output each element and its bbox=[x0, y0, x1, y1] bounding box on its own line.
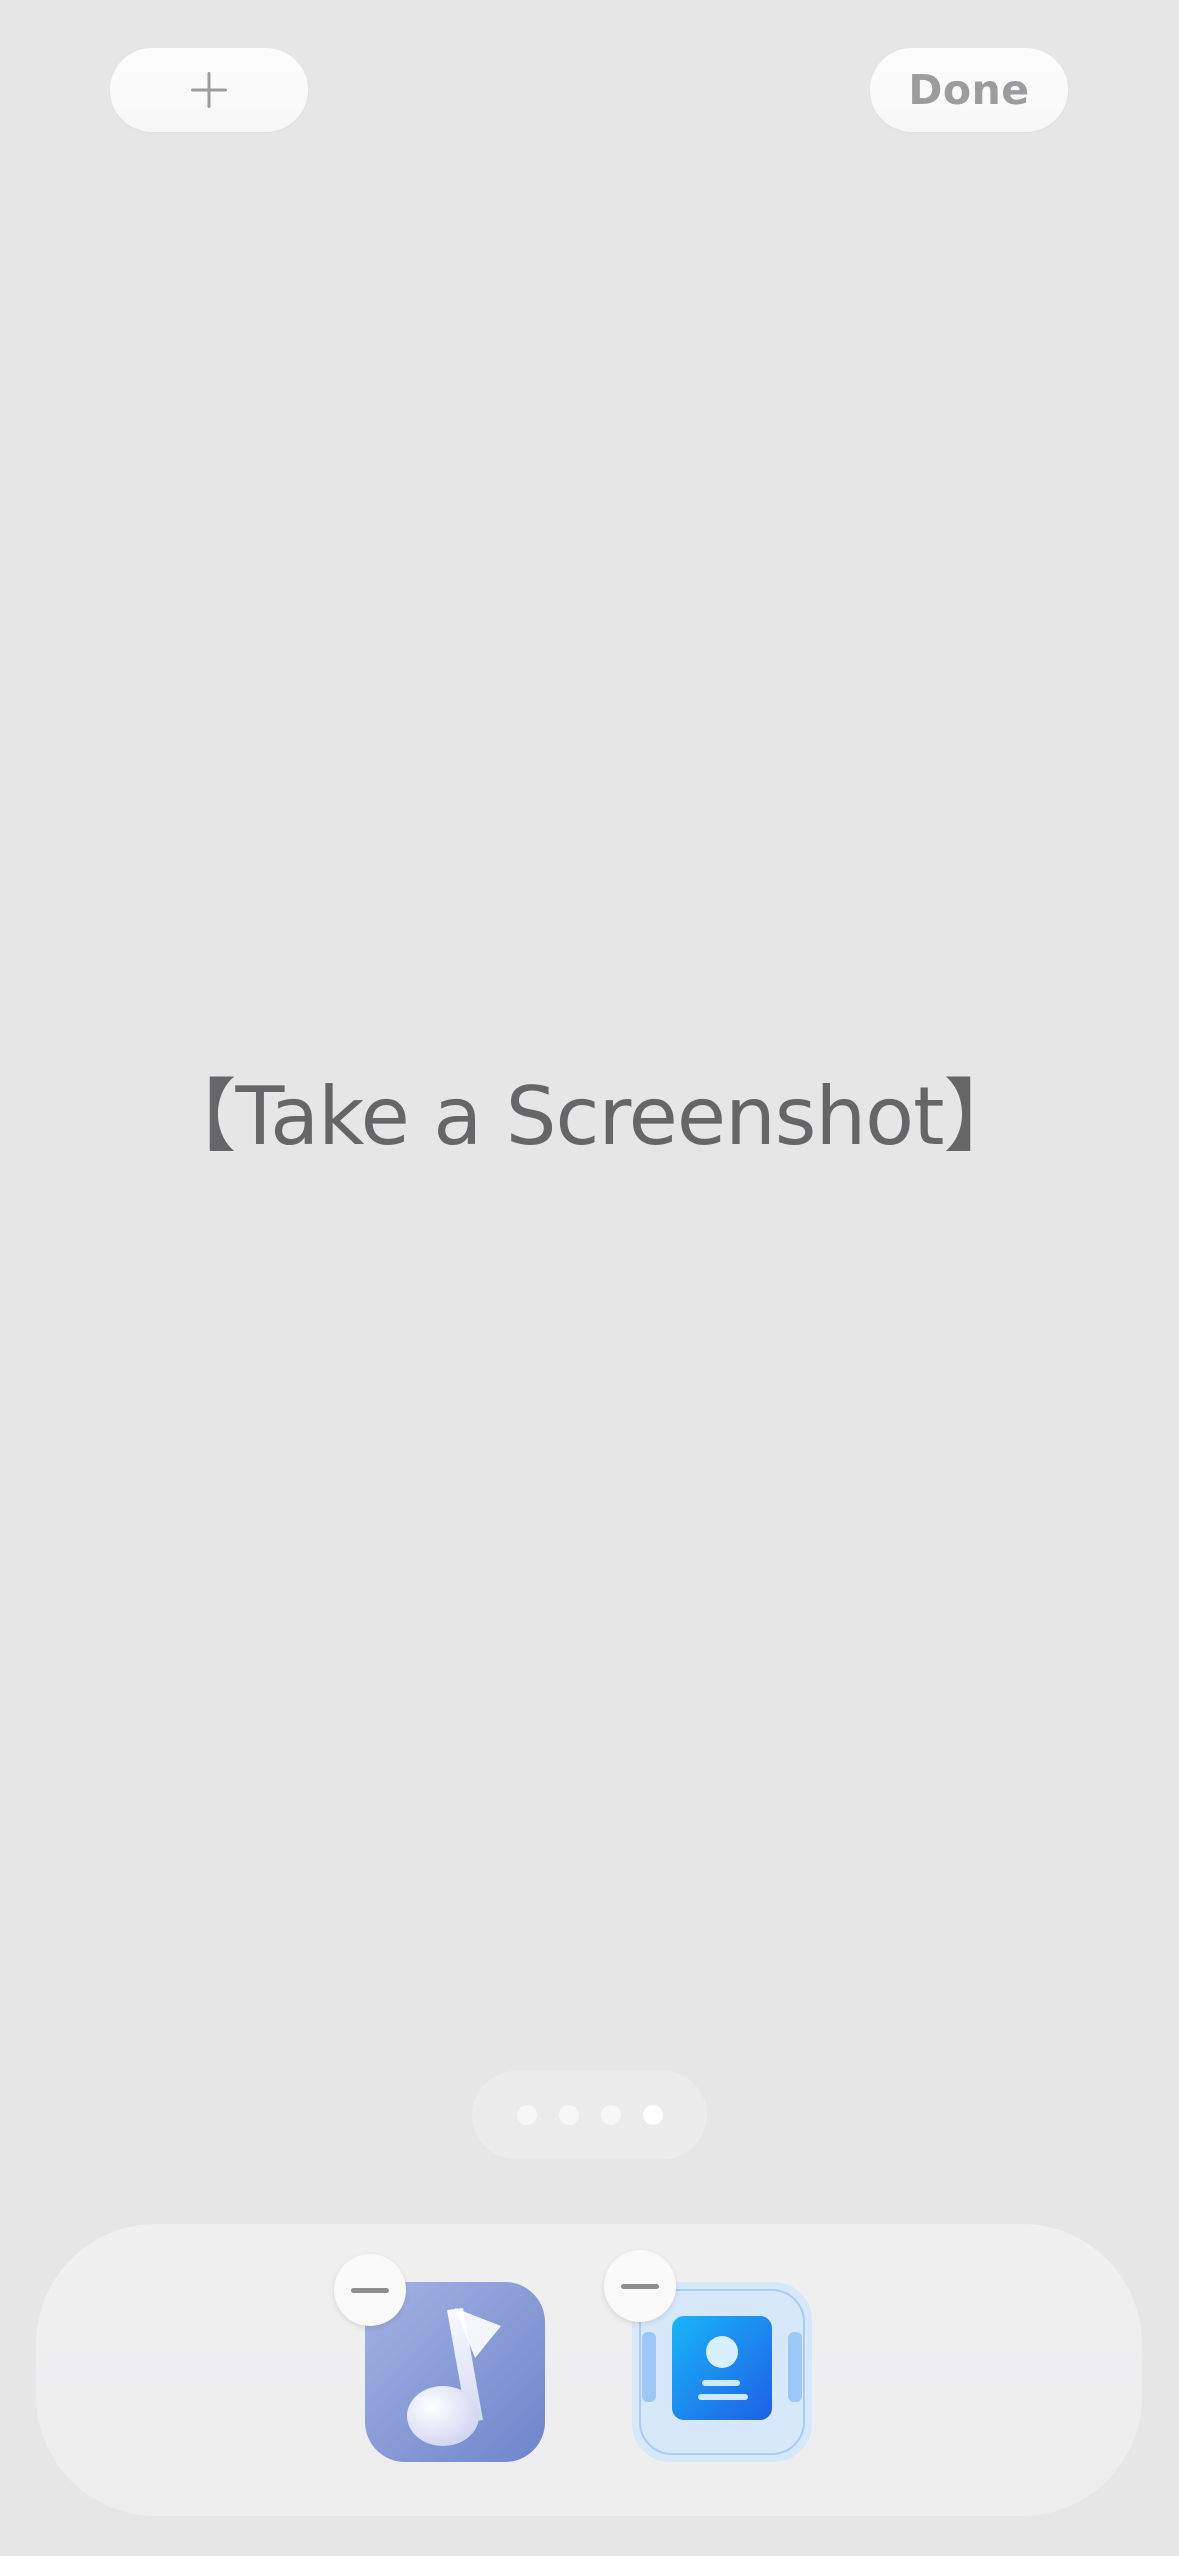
page-dot-2[interactable] bbox=[558, 2105, 579, 2125]
done-button-label: Done bbox=[908, 66, 1030, 114]
remove-music-app-button[interactable] bbox=[334, 2254, 406, 2326]
minus-icon bbox=[351, 2287, 389, 2293]
plus-icon bbox=[191, 72, 227, 108]
dock bbox=[36, 2224, 1142, 2516]
done-button[interactable]: Done bbox=[870, 48, 1068, 132]
remove-contacts-app-button[interactable] bbox=[604, 2250, 676, 2322]
add-widget-button[interactable] bbox=[110, 48, 308, 132]
minus-icon bbox=[621, 2283, 659, 2289]
page-dot-4-active[interactable] bbox=[642, 2105, 663, 2125]
screenshot-placeholder-text: 【Take a Screenshot】 bbox=[156, 1070, 1024, 1163]
page-indicator[interactable] bbox=[472, 2071, 707, 2159]
page-dot-3[interactable] bbox=[600, 2105, 621, 2125]
page-dot-1[interactable] bbox=[516, 2105, 537, 2125]
